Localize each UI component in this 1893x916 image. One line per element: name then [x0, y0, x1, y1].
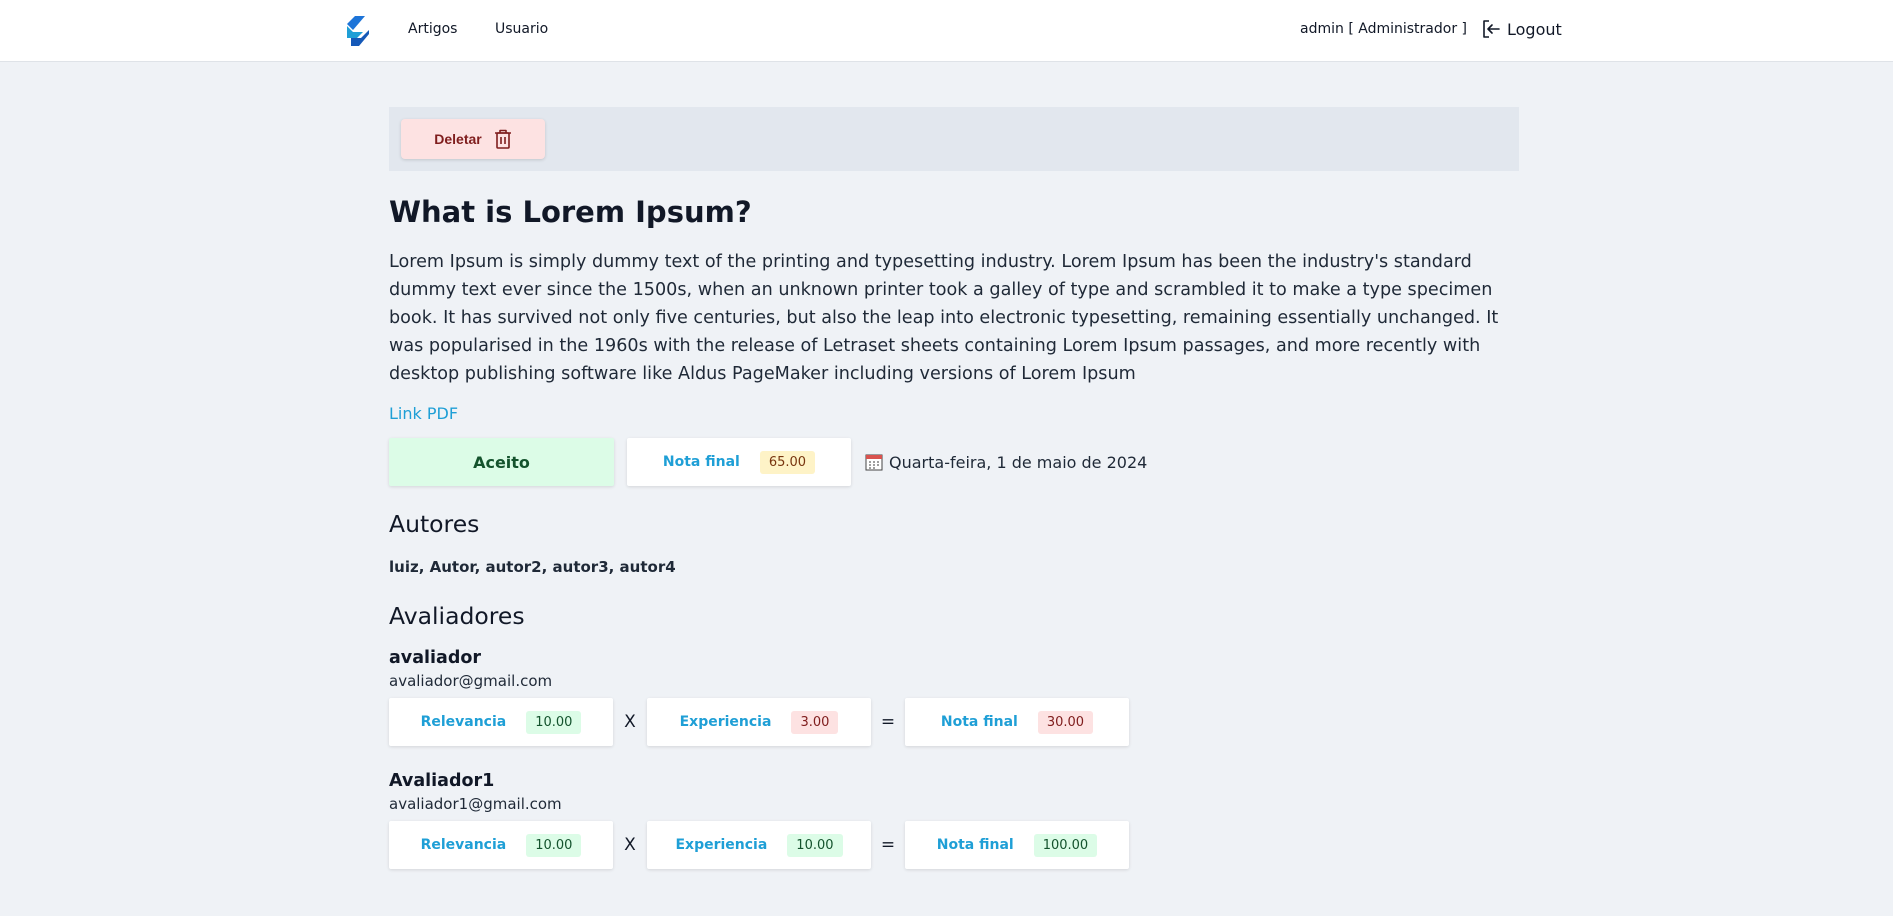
logo-icon[interactable] — [341, 14, 373, 48]
reviewer-email: avaliador1@gmail.com — [389, 795, 562, 813]
experience-value: 10.00 — [787, 833, 843, 857]
reviewer-final-label: Nota final — [940, 714, 1018, 730]
experience-label: Experiencia — [675, 837, 768, 853]
final-score-value: 65.00 — [759, 450, 816, 474]
reviewer-final-card: Nota final 30.00 — [905, 698, 1129, 746]
experience-label: Experiencia — [679, 714, 772, 730]
reviewer-card: avaliador avaliador@gmail.com Relevancia… — [389, 648, 1519, 746]
equals-sign: = — [880, 835, 896, 855]
relevance-value: 10.00 — [526, 833, 582, 857]
pdf-link[interactable]: Link PDF — [389, 404, 458, 423]
reviewers-title: Avaliadores — [389, 602, 525, 630]
equals-sign: = — [880, 712, 896, 732]
status-row: Aceito Nota final 65.00 Quarta-feira, 1 … — [389, 438, 1519, 486]
reviewer-email: avaliador@gmail.com — [389, 672, 553, 690]
final-score-label: Nota final — [662, 454, 740, 470]
logout-button[interactable]: Logout — [1481, 19, 1562, 39]
experience-value: 3.00 — [791, 710, 839, 734]
relevance-card: Relevancia 10.00 — [389, 698, 613, 746]
reviewer-final-value: 30.00 — [1037, 710, 1094, 734]
current-user-label: admin [ Administrador ] — [1300, 21, 1467, 37]
experience-card: Experiencia 10.00 — [647, 821, 871, 869]
toolbar: Deletar — [389, 107, 1519, 171]
date-text: Quarta-feira, 1 de maio de 2024 — [889, 452, 1148, 472]
final-score-card: Nota final 65.00 — [627, 438, 851, 486]
logout-icon — [1483, 20, 1500, 38]
delete-button[interactable]: Deletar — [401, 119, 545, 159]
article-detail: Deletar What is Lorem Ipsum? Lorem Ipsum… — [389, 107, 1519, 869]
reviewer-name: avaliador — [389, 648, 482, 668]
multiply-sign: X — [624, 712, 636, 732]
reviewer-card: Avaliador1 avaliador1@gmail.com Relevanc… — [389, 771, 1519, 869]
calendar-icon — [865, 454, 883, 471]
score-calculation: Relevancia 10.00 X Experiencia 10.00 = N… — [389, 821, 1519, 869]
article-title: What is Lorem Ipsum? — [389, 195, 752, 229]
trash-icon — [494, 129, 511, 149]
multiply-sign: X — [624, 835, 636, 855]
nav-link-usuario[interactable]: Usuario — [495, 21, 548, 37]
navbar: Artigos Usuario admin [ Administrador ] … — [0, 0, 1893, 62]
article-date: Quarta-feira, 1 de maio de 2024 — [865, 453, 1147, 472]
reviewer-final-value: 100.00 — [1033, 833, 1098, 857]
relevance-card: Relevancia 10.00 — [389, 821, 613, 869]
relevance-label: Relevancia — [420, 837, 507, 853]
score-calculation: Relevancia 10.00 X Experiencia 3.00 = No… — [389, 698, 1519, 746]
reviewer-final-label: Nota final — [936, 837, 1014, 853]
experience-card: Experiencia 3.00 — [647, 698, 871, 746]
relevance-value: 10.00 — [526, 710, 582, 734]
delete-label: Deletar — [434, 131, 482, 147]
relevance-label: Relevancia — [420, 714, 507, 730]
status-badge: Aceito — [389, 438, 614, 486]
nav-link-artigos[interactable]: Artigos — [408, 21, 457, 37]
authors-title: Autores — [389, 510, 480, 538]
reviewer-name: Avaliador1 — [389, 771, 495, 791]
authors-list: luiz, Autor, autor2, autor3, autor4 — [389, 558, 676, 576]
article-body: Lorem Ipsum is simply dummy text of the … — [389, 252, 1499, 384]
reviewer-final-card: Nota final 100.00 — [905, 821, 1129, 869]
logout-label: Logout — [1507, 19, 1562, 39]
